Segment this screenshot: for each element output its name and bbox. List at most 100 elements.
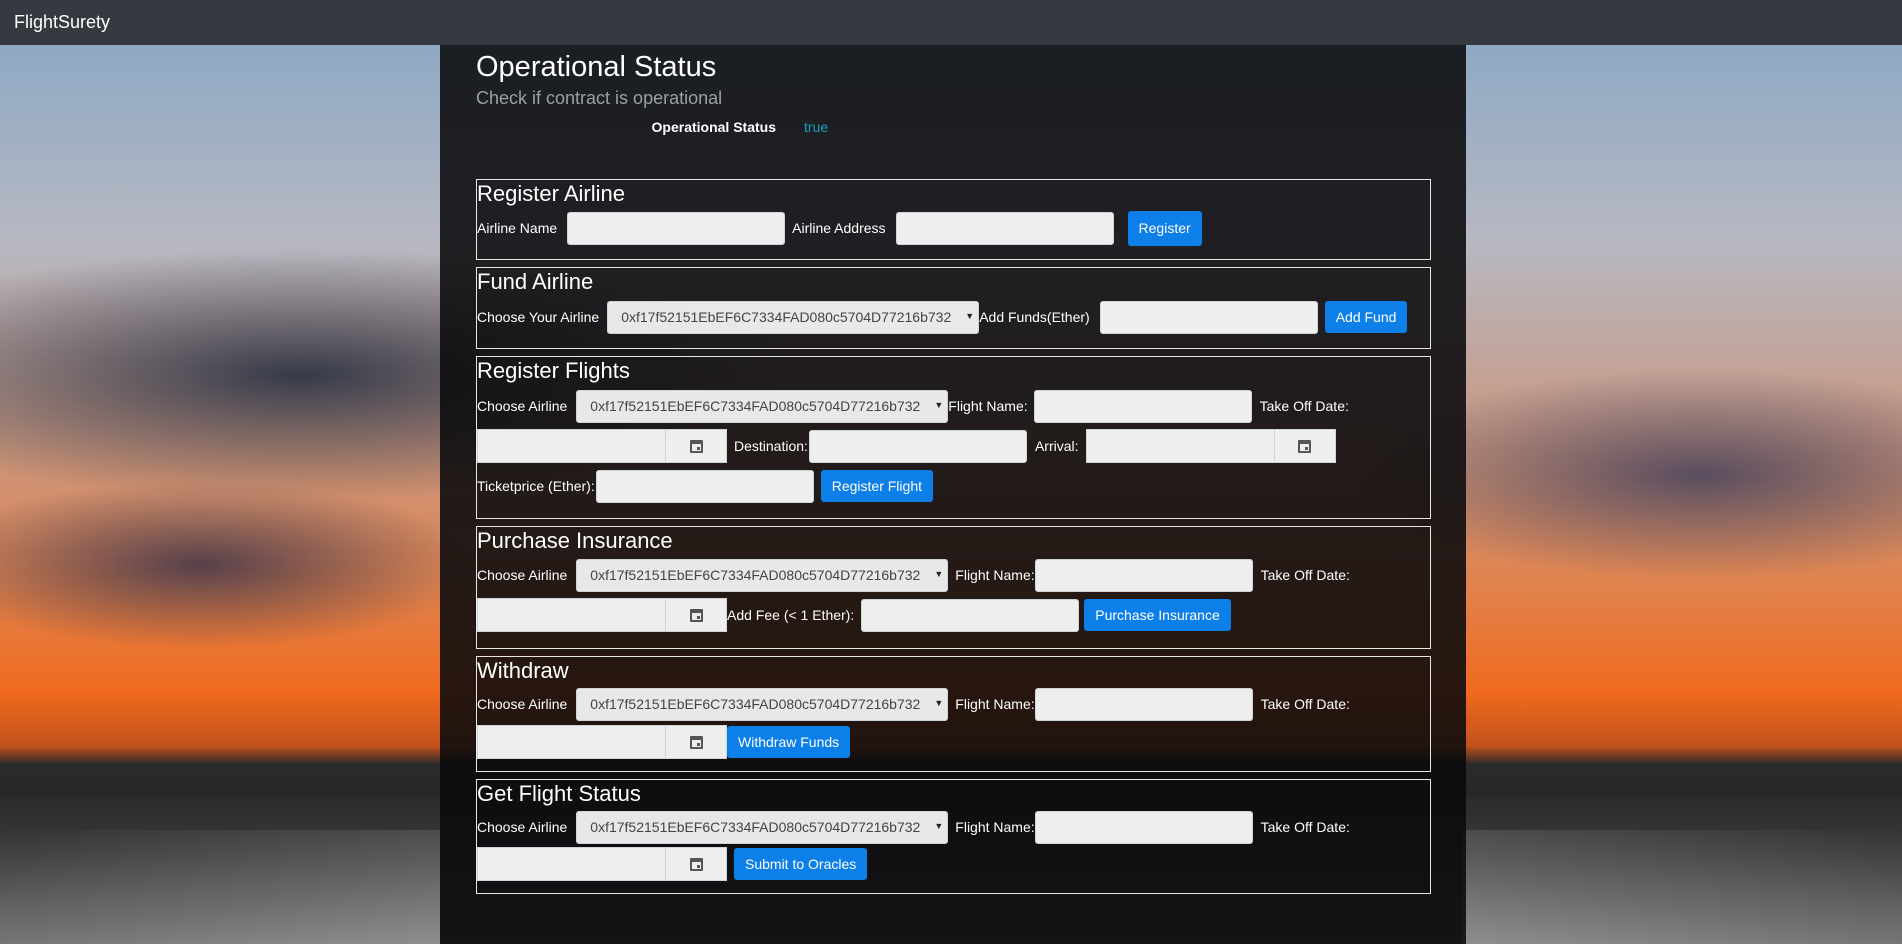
chevron-down-icon: ▼ xyxy=(934,399,944,410)
navbar: FlightSurety xyxy=(0,0,1902,45)
fund-airline-selected-value: 0xf17f52151EbEF6C7334FAD080c5704D77216b7… xyxy=(621,309,952,325)
ticketprice-label: Ticketprice (Ether): xyxy=(477,478,595,494)
calendar-icon xyxy=(689,439,703,453)
register-airline-button[interactable]: Register xyxy=(1127,210,1202,246)
add-fee-input[interactable] xyxy=(861,598,1080,632)
chevron-down-icon: ▼ xyxy=(934,568,944,579)
arrival-label: Arrival: xyxy=(1034,438,1079,454)
take-off-date-label: Take Off Date: xyxy=(1260,567,1350,583)
flight-status-calendar-button[interactable] xyxy=(665,848,726,880)
flight-status-section: Get Flight Status Choose Airline 0xf17f5… xyxy=(476,779,1431,894)
flight-status-take-off-date-input[interactable] xyxy=(478,848,665,880)
purchase-insurance-row-2: Add Fee (< 1 Ether): Purchase Insurance xyxy=(477,595,1430,635)
add-fee-label: Add Fee (< 1 Ether): xyxy=(727,607,855,623)
purchase-insurance-section: Purchase Insurance Choose Airline 0xf17f… xyxy=(476,526,1431,649)
withdraw-funds-button[interactable]: Withdraw Funds xyxy=(727,726,851,758)
arrival-calendar-button[interactable] xyxy=(1273,430,1335,462)
flight-status-row-2: Submit to Oracles xyxy=(477,844,1430,884)
ticketprice-input[interactable] xyxy=(595,469,814,503)
chevron-down-icon: ▼ xyxy=(934,697,944,708)
flight-status-take-off-date-picker[interactable] xyxy=(477,847,727,881)
withdraw-title: Withdraw xyxy=(477,658,569,683)
operational-status-value: true xyxy=(804,119,829,135)
choose-airline-label: Choose Airline xyxy=(477,819,568,835)
withdraw-flight-name-input[interactable] xyxy=(1034,687,1253,721)
flight-name-label: Flight Name: xyxy=(955,567,1035,583)
flight-name-label: Flight Name: xyxy=(955,696,1035,712)
flight-name-input[interactable] xyxy=(1033,389,1252,423)
flight-status-selected-value: 0xf17f52151EbEF6C7334FAD080c5704D77216b7… xyxy=(590,819,921,835)
main-panel: Operational Status Check if contract is … xyxy=(440,45,1466,944)
take-off-date-calendar-button[interactable] xyxy=(665,430,726,462)
withdraw-airline-select[interactable]: 0xf17f52151EbEF6C7334FAD080c5704D77216b7… xyxy=(576,687,949,721)
fund-airline-row: Choose Your Airline 0xf17f52151EbEF6C733… xyxy=(477,297,1430,337)
withdraw-section: Withdraw Choose Airline 0xf17f52151EbEF6… xyxy=(476,656,1431,772)
choose-your-airline-label: Choose Your Airline xyxy=(477,309,600,325)
withdraw-calendar-button[interactable] xyxy=(665,726,726,758)
purchase-insurance-button[interactable]: Purchase Insurance xyxy=(1084,599,1231,631)
add-funds-input[interactable] xyxy=(1099,300,1318,334)
add-funds-label: Add Funds(Ether) xyxy=(979,309,1090,325)
register-airline-row: Airline Name Airline Address Register xyxy=(477,208,1430,248)
take-off-date-input[interactable] xyxy=(478,430,665,462)
register-flights-airline-select[interactable]: 0xf17f52151EbEF6C7334FAD080c5704D77216b7… xyxy=(576,389,949,423)
withdraw-take-off-date-input[interactable] xyxy=(478,726,665,758)
insurance-flight-name-input[interactable] xyxy=(1034,558,1253,592)
add-fund-button[interactable]: Add Fund xyxy=(1324,301,1408,333)
purchase-insurance-title: Purchase Insurance xyxy=(477,528,673,553)
calendar-icon xyxy=(689,735,703,749)
arrival-date-input[interactable] xyxy=(1087,430,1274,462)
take-off-date-label: Take Off Date: xyxy=(1259,398,1349,414)
take-off-date-label: Take Off Date: xyxy=(1260,696,1350,712)
fund-airline-title: Fund Airline xyxy=(477,269,594,294)
airline-name-label: Airline Name xyxy=(477,220,558,236)
runway-edge-left xyxy=(0,830,440,944)
choose-airline-label: Choose Airline xyxy=(477,567,568,583)
arrival-date-picker[interactable] xyxy=(1085,429,1336,463)
runway-edge-right xyxy=(1462,830,1902,944)
register-flights-section: Register Flights Choose Airline 0xf17f52… xyxy=(476,356,1431,519)
airline-address-label: Airline Address xyxy=(792,220,886,236)
flight-name-label: Flight Name: xyxy=(955,819,1035,835)
calendar-icon xyxy=(1298,439,1311,453)
insurance-take-off-date-picker[interactable] xyxy=(477,598,727,632)
take-off-date-picker[interactable] xyxy=(477,429,727,463)
flight-status-airline-select[interactable]: 0xf17f52151EbEF6C7334FAD080c5704D77216b7… xyxy=(576,810,949,844)
register-flights-row-2: Destination: Arrival: xyxy=(477,426,1430,466)
calendar-icon xyxy=(689,857,703,871)
destination-input[interactable] xyxy=(808,429,1027,463)
chevron-down-icon: ▼ xyxy=(965,310,975,321)
register-flights-row-1: Choose Airline 0xf17f52151EbEF6C7334FAD0… xyxy=(477,386,1430,426)
submit-to-oracles-button[interactable]: Submit to Oracles xyxy=(734,848,868,880)
choose-airline-label: Choose Airline xyxy=(477,398,568,414)
calendar-icon xyxy=(689,608,703,622)
register-flight-button[interactable]: Register Flight xyxy=(820,470,933,502)
insurance-calendar-button[interactable] xyxy=(665,599,726,631)
purchase-insurance-airline-select[interactable]: 0xf17f52151EbEF6C7334FAD080c5704D77216b7… xyxy=(576,558,949,592)
withdraw-selected-value: 0xf17f52151EbEF6C7334FAD080c5704D77216b7… xyxy=(590,696,921,712)
insurance-take-off-date-input[interactable] xyxy=(478,599,665,631)
purchase-insurance-row-1: Choose Airline 0xf17f52151EbEF6C7334FAD0… xyxy=(477,555,1430,595)
chevron-down-icon: ▼ xyxy=(934,820,944,831)
withdraw-row-2: Withdraw Funds xyxy=(477,722,1430,762)
withdraw-take-off-date-picker[interactable] xyxy=(477,725,727,759)
take-off-date-label: Take Off Date: xyxy=(1260,819,1350,835)
airline-name-input[interactable] xyxy=(567,211,786,245)
flight-status-row-1: Choose Airline 0xf17f52151EbEF6C7334FAD0… xyxy=(477,807,1430,847)
purchase-insurance-selected-value: 0xf17f52151EbEF6C7334FAD080c5704D77216b7… xyxy=(590,567,921,583)
brand-link[interactable]: FlightSurety xyxy=(14,12,110,33)
register-flights-row-3: Ticketprice (Ether): Register Flight xyxy=(477,466,1430,506)
flight-status-flight-name-input[interactable] xyxy=(1034,810,1253,844)
fund-airline-select[interactable]: 0xf17f52151EbEF6C7334FAD080c5704D77216b7… xyxy=(607,300,980,334)
airline-address-input[interactable] xyxy=(895,211,1114,245)
operational-status-row: Operational Status true xyxy=(476,119,1431,135)
withdraw-row-1: Choose Airline 0xf17f52151EbEF6C7334FAD0… xyxy=(477,684,1430,724)
register-airline-title: Register Airline xyxy=(477,181,625,206)
operational-subtitle: Check if contract is operational xyxy=(476,88,723,108)
destination-label: Destination: xyxy=(734,438,808,454)
register-flights-title: Register Flights xyxy=(477,358,630,383)
register-flights-selected-value: 0xf17f52151EbEF6C7334FAD080c5704D77216b7… xyxy=(590,398,921,414)
fund-airline-section: Fund Airline Choose Your Airline 0xf17f5… xyxy=(476,267,1431,349)
choose-airline-label: Choose Airline xyxy=(477,696,568,712)
